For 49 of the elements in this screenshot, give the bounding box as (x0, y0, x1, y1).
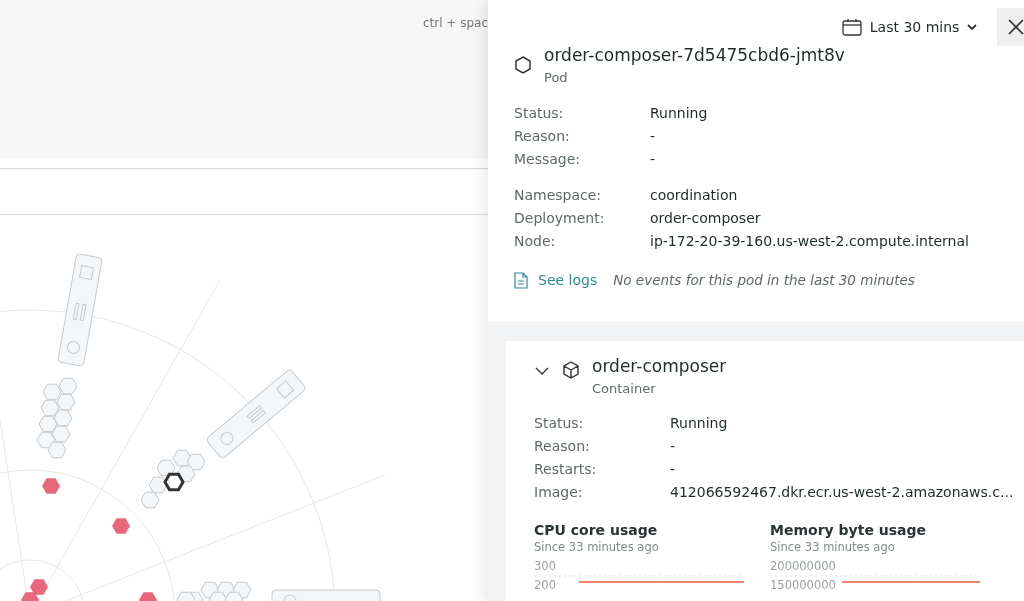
chart-subtitle: Since 33 minutes ago (770, 539, 896, 555)
chevron-icon (535, 366, 549, 375)
field-label: Status: (534, 414, 585, 432)
pod-name: order-composer-7d5475cbd6-jmt8v (544, 44, 845, 66)
field-label: Message: (514, 149, 582, 168)
close-button[interactable] (997, 8, 1024, 46)
axis-tick-label: 200000000 (770, 561, 836, 573)
field-label: Image: (534, 483, 584, 501)
time-range-dropdown[interactable]: Last 30 mins (841, 16, 978, 38)
see-logs-link[interactable]: See logs (514, 269, 598, 291)
field-value: - (650, 149, 656, 168)
chart-subtitle: Since 33 minutes ago (534, 539, 660, 555)
resource-kind: Pod (544, 69, 569, 87)
axis-tick-label: 150000000 (770, 580, 836, 592)
close-icon (1008, 19, 1024, 35)
hexagon-icon (514, 56, 532, 74)
chart-title: Memory byte usage (770, 521, 927, 539)
chart-title: CPU core usage (534, 521, 659, 539)
events-note: No events for this pod in the last 30 minutes (613, 270, 915, 290)
field-label: Node: (514, 231, 557, 250)
calendar-icon (841, 18, 862, 36)
field-value: - (670, 437, 676, 455)
field-value: - (670, 460, 676, 478)
failed-pod-icon (42, 478, 60, 494)
field-value: ip-172-20-39-160.us-west-2.compute.internal (650, 231, 969, 250)
field-label: Namespace: (514, 185, 603, 204)
document-icon (514, 271, 528, 289)
field-label: Reason: (534, 437, 591, 455)
axis-tick-label: 300 (534, 561, 556, 573)
resource-kind: Container (592, 379, 657, 398)
caret-icon (967, 24, 978, 30)
axis-tick-label: 200 (534, 580, 556, 592)
selected-pod-icon (163, 472, 185, 492)
container-name: order-composer (592, 354, 727, 377)
field-value: 412066592467.dkr.ecr.us-west-2.amazonaws.c... (670, 483, 1014, 501)
field-value: Running (670, 414, 728, 432)
pod-cluster-drawing (140, 449, 206, 509)
field-value: Running (650, 103, 708, 122)
failed-pod-icon (139, 592, 157, 601)
field-label: Restarts: (534, 460, 598, 478)
field-label: Reason: (514, 126, 571, 145)
field-label: Status: (514, 103, 565, 122)
failed-pod-icon (112, 518, 130, 534)
cube-icon (562, 360, 580, 379)
field-label: Deployment: (514, 208, 606, 227)
shortcut-hint: ctrl + spac (422, 15, 488, 32)
field-value: - (650, 126, 656, 145)
field-value: coordination (650, 185, 738, 204)
field-value: order-composer (650, 208, 761, 227)
